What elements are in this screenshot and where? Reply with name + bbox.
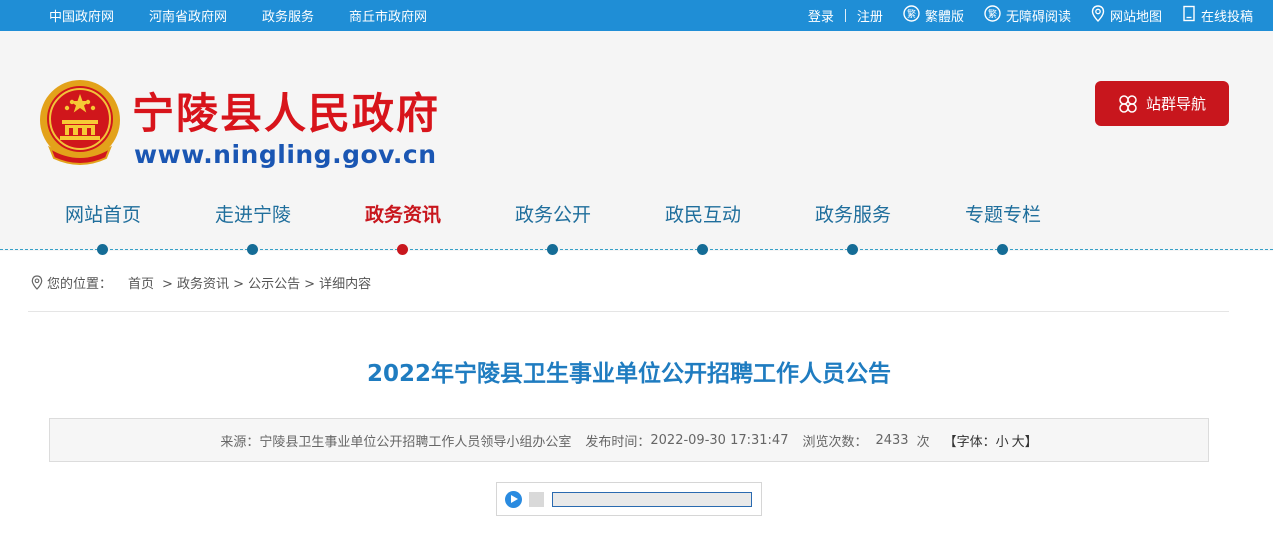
link-shangqiu-gov[interactable]: 商丘市政府网 (349, 6, 427, 25)
login-link[interactable]: 登录 (808, 6, 834, 25)
play-icon[interactable] (505, 491, 522, 508)
views-count: 2433 (875, 432, 909, 448)
link-gov-service[interactable]: 政务服务 (262, 6, 314, 25)
nav-item-home[interactable]: 网站首页 (33, 200, 173, 227)
nav-dot (97, 244, 108, 255)
nav-dot (247, 244, 258, 255)
publish-time-label: 发布时间： (585, 434, 651, 450)
accessibility-icon: 繁 (984, 5, 1001, 26)
nav-item-news[interactable]: 政务资讯 (333, 200, 473, 227)
link-china-gov[interactable]: 中国政府网 (49, 6, 114, 25)
nav-item-services[interactable]: 政务服务 (783, 200, 923, 227)
traditional-chinese-icon: 繁 (903, 5, 920, 26)
top-bar: 中国政府网 河南省政府网 政务服务 商丘市政府网 登录 注册 繁 繁體版 繁 无… (0, 0, 1273, 31)
location-icon (31, 274, 43, 290)
breadcrumb: 您的位置： 首页 > 政务资讯 > 公示公告 > 详细内容 (31, 272, 375, 292)
breadcrumb-prefix: 您的位置： (47, 276, 113, 292)
views-unit: 次 (916, 434, 930, 450)
font-size-close: 】 (1024, 434, 1038, 450)
site-group-nav-button[interactable]: 站群导航 (1095, 81, 1229, 126)
submit-label: 在线投稿 (1200, 10, 1253, 25)
nav-dot (997, 244, 1008, 255)
breadcrumb-home[interactable]: 首页 (128, 273, 154, 292)
document-icon (1182, 5, 1196, 26)
map-pin-icon (1091, 5, 1105, 26)
stop-button[interactable] (529, 492, 544, 507)
clover-grid-icon (1118, 94, 1138, 114)
top-links-right: 登录 注册 繁 繁體版 繁 无障碍阅读 网站地图 在线投稿 (808, 0, 1253, 31)
publish-time-value: 2022-09-30 17:31:47 (650, 432, 789, 448)
main-nav: 网站首页 走进宁陵 政务资讯 政务公开 政民互动 政务服务 专题专栏 (0, 200, 1273, 240)
nav-dot-active (397, 244, 408, 255)
nav-item-interaction[interactable]: 政民互动 (633, 200, 773, 227)
svg-text:繁: 繁 (907, 8, 916, 20)
top-links-left: 中国政府网 河南省政府网 政务服务 商丘市政府网 (49, 0, 462, 31)
nav-item-about[interactable]: 走进宁陵 (183, 200, 323, 227)
content-divider (28, 311, 1229, 312)
nav-item-special[interactable]: 专题专栏 (933, 200, 1073, 227)
svg-text:繁: 繁 (988, 8, 997, 20)
sitemap-label: 网站地图 (1109, 10, 1162, 25)
source-label: 来源： (220, 434, 260, 450)
breadcrumb-notices[interactable]: > 公示公告 (233, 273, 300, 292)
site-group-nav-label: 站群导航 (1145, 95, 1206, 113)
breadcrumb-detail: > 详细内容 (304, 276, 372, 292)
site-title[interactable]: 宁陵县人民政府 (132, 84, 440, 144)
article-meta: 来源： 宁陵县卫生事业单位公开招聘工作人员领导小组办公室 发布时间： 2022-… (49, 418, 1209, 462)
sitemap-link[interactable]: 网站地图 (1091, 5, 1162, 26)
divider (844, 9, 846, 22)
nav-dot (697, 244, 708, 255)
font-large-button[interactable]: 大 (1012, 431, 1025, 450)
nav-dot (547, 244, 558, 255)
national-emblem-logo[interactable] (36, 78, 124, 168)
submit-link[interactable]: 在线投稿 (1182, 5, 1253, 26)
accessible-link[interactable]: 繁 无障碍阅读 (984, 5, 1071, 26)
breadcrumb-news[interactable]: > 政务资讯 (162, 273, 229, 292)
nav-dashed-line (0, 249, 1273, 250)
font-size-label: 【字体： (943, 434, 996, 450)
source-value: 宁陵县卫生事业单位公开招聘工作人员领导小组办公室 (259, 434, 572, 450)
traditional-label: 繁體版 (924, 10, 964, 25)
nav-item-public-info[interactable]: 政务公开 (483, 200, 623, 227)
register-link[interactable]: 注册 (857, 6, 883, 25)
audio-progress-bar[interactable] (552, 492, 752, 507)
views-label: 浏览次数： (802, 434, 868, 450)
site-url[interactable]: www.ningling.gov.cn (134, 140, 437, 169)
traditional-link[interactable]: 繁 繁體版 (903, 5, 964, 26)
article-title: 2022年宁陵县卫生事业单位公开招聘工作人员公告 (366, 361, 891, 387)
link-henan-gov[interactable]: 河南省政府网 (149, 6, 227, 25)
font-small-button[interactable]: 小 (996, 431, 1009, 450)
audio-player (496, 482, 762, 516)
nav-dot (847, 244, 858, 255)
accessible-label: 无障碍阅读 (1005, 10, 1071, 25)
